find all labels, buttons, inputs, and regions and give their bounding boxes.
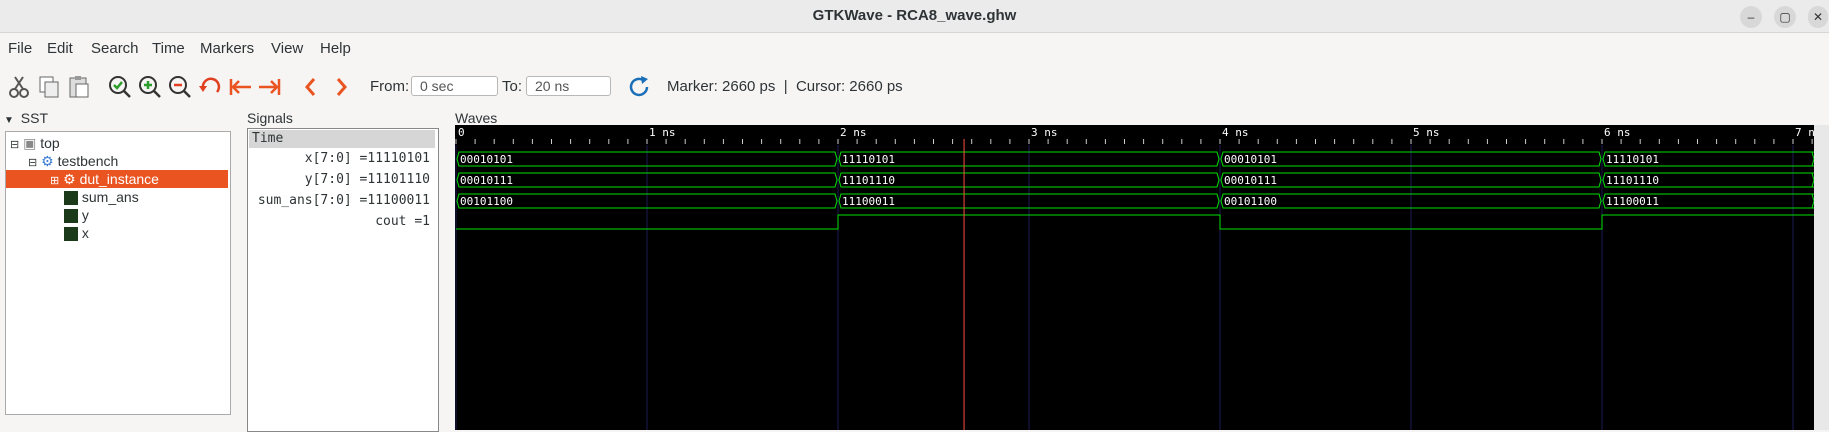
- to-input[interactable]: [526, 76, 611, 96]
- tree-item-top[interactable]: ⊟ ▣ top: [10, 134, 60, 152]
- to-label: To:: [502, 78, 523, 95]
- menu-view[interactable]: View: [271, 40, 303, 57]
- signal-icon: [64, 191, 78, 206]
- zoom-in-icon[interactable]: [137, 74, 163, 100]
- previous-edge-icon[interactable]: [298, 74, 324, 100]
- y-value-label: 11101110: [1606, 174, 1659, 187]
- tree-label: top: [40, 135, 60, 151]
- menu-time[interactable]: Time: [152, 40, 185, 57]
- tick-label: 5 ns: [1413, 126, 1440, 139]
- wave-background: [455, 125, 1814, 430]
- sum_ans-value-label: 00101100: [460, 195, 513, 208]
- module-icon: ▣: [23, 135, 37, 151]
- menu-bar: File Edit Search Time Markers View Help: [0, 33, 1829, 65]
- menu-edit[interactable]: Edit: [47, 40, 73, 57]
- sum_ans-value-label: 11100011: [1606, 195, 1659, 208]
- tick-label: 7 ns: [1795, 126, 1814, 139]
- tree-item-x[interactable]: x: [64, 224, 89, 242]
- from-input[interactable]: [411, 76, 498, 96]
- expand-box-icon[interactable]: ⊞: [50, 175, 59, 187]
- tree-label: testbench: [57, 153, 119, 169]
- signal-row-cout[interactable]: cout =1: [248, 212, 434, 232]
- tree-item-sum-ans[interactable]: sum_ans: [64, 188, 139, 206]
- sst-tree: ⊟ ▣ top ⊟ ⚙ testbench ⊞ ⚙ dut_instance s…: [5, 131, 231, 415]
- menu-file[interactable]: File: [8, 40, 32, 57]
- minimize-button[interactable]: –: [1740, 6, 1762, 28]
- y-value-label: 00010111: [1224, 174, 1277, 187]
- x-value-label: 11110101: [842, 153, 895, 166]
- x-value-label: 11110101: [1606, 153, 1659, 166]
- signals-time-header: Time: [249, 130, 435, 148]
- sst-header[interactable]: ▼ SST: [4, 110, 48, 126]
- tree-item-testbench[interactable]: ⊟ ⚙ testbench: [28, 152, 118, 170]
- tick-label: 1 ns: [649, 126, 676, 139]
- paste-icon[interactable]: [66, 74, 92, 100]
- window-title: GTKWave - RCA8_wave.ghw: [812, 7, 1017, 24]
- title-bar: GTKWave - RCA8_wave.ghw – ▢ ✕: [0, 0, 1829, 33]
- undo-zoom-icon[interactable]: [197, 74, 223, 100]
- tree-label: dut_instance: [79, 171, 159, 187]
- marker-cursor-status: Marker: 2660 ps | Cursor: 2660 ps: [667, 78, 903, 95]
- tick-label: 3 ns: [1031, 126, 1058, 139]
- tree-item-dut-instance[interactable]: ⊞ ⚙ dut_instance: [6, 170, 228, 188]
- cut-icon[interactable]: [6, 74, 32, 100]
- zoom-to-start-icon[interactable]: [227, 74, 253, 100]
- tree-item-y[interactable]: y: [64, 206, 89, 224]
- x-value-label: 00010101: [460, 153, 513, 166]
- reload-icon[interactable]: [626, 74, 652, 100]
- toolbar: From: To: Marker: 2660 ps | Cursor: 2660…: [0, 66, 1829, 108]
- signal-icon: [64, 227, 78, 242]
- signals-list: Time x[7:0] =11110101 y[7:0] =11101110 s…: [247, 128, 439, 432]
- sst-title: SST: [20, 110, 49, 126]
- signals-header: Signals: [247, 110, 293, 126]
- collapse-box-icon[interactable]: ⊟: [28, 157, 37, 169]
- maximize-button[interactable]: ▢: [1774, 6, 1796, 28]
- tick-label: 0: [458, 126, 465, 139]
- signal-row-y[interactable]: y[7:0] =11101110: [248, 170, 434, 190]
- waves-header: Waves: [455, 110, 498, 126]
- tree-label: y: [81, 207, 89, 223]
- x-value-label: 00010101: [1224, 153, 1277, 166]
- sum_ans-value-label: 11100011: [842, 195, 895, 208]
- tree-label: sum_ans: [81, 189, 139, 205]
- tick-label: 4 ns: [1222, 126, 1249, 139]
- from-label: From:: [370, 78, 410, 95]
- zoom-out-icon[interactable]: [167, 74, 193, 100]
- tree-label: x: [81, 225, 89, 241]
- menu-markers[interactable]: Markers: [200, 40, 254, 57]
- collapse-box-icon[interactable]: ⊟: [10, 139, 19, 151]
- sum_ans-value-label: 00101100: [1224, 195, 1277, 208]
- signal-row-sum-ans[interactable]: sum_ans[7:0] =11100011: [248, 191, 434, 211]
- tick-label: 6 ns: [1604, 126, 1631, 139]
- module-icon: ⚙: [41, 153, 54, 169]
- signal-icon: [64, 209, 78, 224]
- y-value-label: 11101110: [842, 174, 895, 187]
- copy-icon[interactable]: [36, 74, 62, 100]
- tick-label: 2 ns: [840, 126, 867, 139]
- close-button[interactable]: ✕: [1808, 6, 1828, 28]
- next-edge-icon[interactable]: [328, 74, 354, 100]
- zoom-fit-icon[interactable]: [107, 74, 133, 100]
- module-icon: ⚙: [63, 171, 76, 187]
- vertical-scrollbar[interactable]: [1814, 125, 1829, 430]
- y-value-label: 00010111: [460, 174, 513, 187]
- collapse-triangle-icon: ▼: [4, 115, 14, 126]
- signal-row-x[interactable]: x[7:0] =11110101: [248, 149, 434, 169]
- waveform-display[interactable]: 01 ns2 ns3 ns4 ns5 ns6 ns7 ns8 ns9 ns10 …: [455, 125, 1814, 430]
- menu-search[interactable]: Search: [91, 40, 139, 57]
- menu-help[interactable]: Help: [320, 40, 351, 57]
- zoom-to-end-icon[interactable]: [257, 74, 283, 100]
